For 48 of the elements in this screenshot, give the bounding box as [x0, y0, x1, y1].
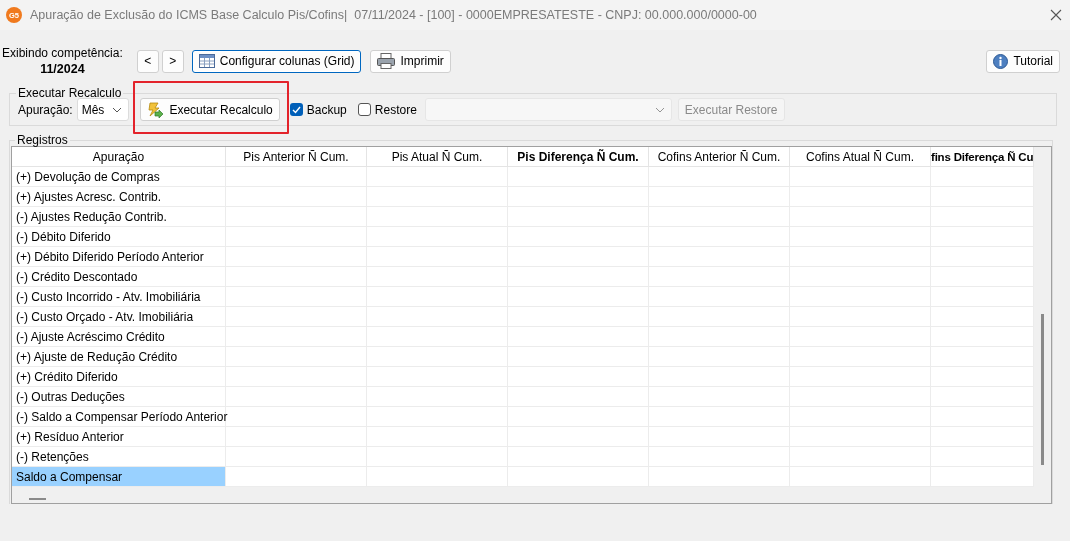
column-header[interactable]: Cofins Atual Ñ Cum.: [790, 147, 931, 167]
row-label[interactable]: (-) Ajuste Acréscimo Crédito: [12, 327, 226, 347]
group-title: Executar Recalculo: [17, 86, 123, 100]
apuracao-label: Apuração:: [18, 102, 73, 117]
column-header[interactable]: Apuração: [12, 147, 226, 167]
row-label[interactable]: (-) Crédito Descontado: [12, 267, 226, 287]
row-label[interactable]: (-) Custo Incorrido - Atv. Imobiliária: [12, 287, 226, 307]
period-dropdown[interactable]: Mês: [76, 98, 130, 121]
check-box-icon[interactable]: [357, 103, 371, 116]
row-label[interactable]: (-) Saldo a Compensar Período Anterior: [12, 407, 226, 427]
printer-icon: [377, 53, 396, 69]
checkbox[interactable]: Backup: [289, 102, 347, 117]
print-button[interactable]: Imprimir: [370, 49, 451, 73]
row-label[interactable]: (+) Resíduo Anterior: [12, 427, 226, 447]
info-icon: [993, 53, 1009, 69]
window-title: Apuração de Exclusão do ICMS Base Calculo Pis/Cofins| 07/11/2024 - [100] - 0000EMPRESATESTE - CNPJ: 00.000.000/0000-00: [30, 8, 758, 22]
row-label[interactable]: (+) Ajuste de Redução Crédito: [12, 347, 226, 367]
column-header[interactable]: Pis Anterior Ñ Cum.: [226, 147, 367, 167]
column-header[interactable]: Cofins Anterior Ñ Cum.: [649, 147, 790, 167]
row-label[interactable]: (-) Custo Orçado - Atv. Imobiliária: [12, 307, 226, 327]
chevron-icon: [112, 106, 123, 113]
close-icon[interactable]: [1050, 9, 1062, 21]
row-label[interactable]: (-) Ajustes Redução Contrib.: [12, 207, 226, 227]
period-value: 11/2024: [40, 61, 85, 77]
previous-button[interactable]: <: [136, 49, 159, 73]
row-label[interactable]: (-) Outras Deduções: [12, 387, 226, 407]
row-label[interactable]: (+) Devolução de Compras: [12, 167, 226, 187]
checkbox[interactable]: Restore: [357, 102, 417, 117]
row-label[interactable]: (+) Ajustes Acresc. Contrib.: [12, 187, 226, 207]
chevron-icon: [654, 106, 665, 113]
period-label: Exibindo competência:: [2, 45, 123, 61]
column-header[interactable]: Pis Atual Ñ Cum.: [367, 147, 508, 167]
row-label[interactable]: (+) Débito Diferido Período Anterior: [12, 247, 226, 267]
configure-columns-button[interactable]: Configurar colunas (Grid): [191, 49, 362, 73]
scrollbar-thumb[interactable]: [29, 498, 46, 500]
column-header[interactable]: Pis Diferença Ñ Cum.: [508, 147, 649, 167]
execute-recalc-button[interactable]: Executar Recalculo: [140, 98, 280, 121]
check-box-icon[interactable]: [289, 103, 303, 116]
row-label[interactable]: Saldo a Compensar: [12, 467, 226, 487]
next-button[interactable]: >: [161, 49, 184, 73]
tutorial-button[interactable]: Tutorial: [986, 49, 1060, 73]
column-header[interactable]: fins Diferença Ñ Cu: [931, 147, 1034, 167]
lightning-arrow-icon: [147, 101, 165, 118]
row-label[interactable]: (+) Crédito Diferido: [12, 367, 226, 387]
table-icon: [198, 54, 215, 68]
scrollbar-thumb[interactable]: [1041, 314, 1044, 465]
row-label[interactable]: (-) Débito Diferido: [12, 227, 226, 247]
group-title: Registros: [16, 134, 69, 146]
